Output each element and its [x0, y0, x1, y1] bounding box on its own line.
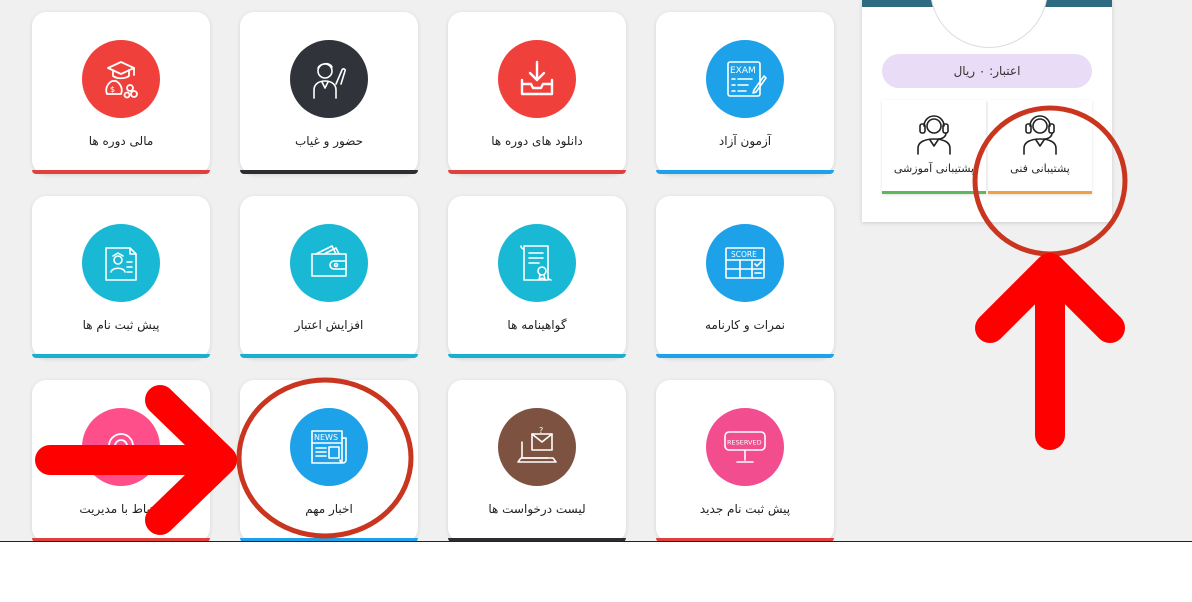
exam-icon-text: EXAM: [730, 66, 756, 76]
reserved-icon-text: RESERVED: [727, 439, 762, 447]
card-course-finance[interactable]: $ مالی دوره ها: [32, 12, 210, 174]
card-label: اخبار مهم: [305, 502, 353, 516]
support-label: پشتیبانی فنی: [1010, 162, 1070, 175]
financial-graduation-icon: $: [82, 40, 160, 118]
news-icon: NEWS: [290, 408, 368, 486]
avatar: [930, 0, 1048, 48]
svg-text:?: ?: [539, 426, 543, 435]
wallet-icon: [290, 224, 368, 302]
card-accent-bar: [448, 354, 626, 358]
news-icon-text: NEWS: [314, 433, 338, 442]
card-label: حضور و غیاب: [294, 134, 364, 148]
card-label: ارتباط با مدیریت: [79, 502, 163, 516]
score-icon: SCORE: [706, 224, 784, 302]
card-accent-bar: [656, 170, 834, 174]
card-new-pre-registration[interactable]: RESERVED پیش ثبت نام جدید: [656, 380, 834, 541]
card-request-list[interactable]: ? لیست درخواست ها: [448, 380, 626, 541]
credit-balance: اعتبار: ۰ ریال: [882, 54, 1092, 88]
card-accent-bar: [240, 354, 418, 358]
pre-registration-icon: [82, 224, 160, 302]
educational-support-button[interactable]: پشتیبانی آموزشی: [882, 100, 986, 194]
card-label: افزایش اعتبار: [294, 318, 364, 332]
card-label: نمرات و کارنامه: [705, 318, 785, 332]
certificate-icon: [498, 224, 576, 302]
card-important-news[interactable]: NEWS اخبار مهم: [240, 380, 418, 541]
card-increase-credit[interactable]: افزایش اعتبار: [240, 196, 418, 358]
exam-icon: EXAM: [706, 40, 784, 118]
score-icon-text: SCORE: [731, 250, 757, 259]
card-free-exam[interactable]: EXAM آزمون آزاد: [656, 12, 834, 174]
card-course-downloads[interactable]: دانلود های دوره ها: [448, 12, 626, 174]
support-accent-bar: [882, 191, 986, 194]
card-grades-report[interactable]: SCORE نمرات و کارنامه: [656, 196, 834, 358]
headset-support-icon: [1023, 115, 1057, 155]
dashboard-stage: $ مالی دوره ها حضور و غیاب دانلود های دو…: [0, 0, 1192, 541]
card-accent-bar: [656, 354, 834, 358]
card-label: آزمون آزاد: [718, 134, 772, 148]
support-label: پشتیبانی آموزشی: [893, 162, 975, 175]
card-label: لیست درخواست ها: [488, 502, 586, 516]
reserved-sign-icon: RESERVED: [706, 408, 784, 486]
card-contact-management[interactable]: ارتباط با مدیریت: [32, 380, 210, 541]
contact-admin-icon: [82, 408, 160, 486]
card-accent-bar: [32, 170, 210, 174]
card-accent-bar: [32, 354, 210, 358]
svg-text:$: $: [110, 85, 115, 94]
requests-laptop-icon: ?: [498, 408, 576, 486]
card-attendance[interactable]: حضور و غیاب: [240, 12, 418, 174]
support-accent-bar: [988, 191, 1092, 194]
page-bottom-line: [0, 541, 1192, 542]
technical-support-button[interactable]: پشتیبانی فنی: [988, 100, 1092, 194]
profile-panel: اعتبار: ۰ ریال پشتیبانی آموزشی پشتیبانی …: [862, 0, 1112, 222]
download-tray-icon: [498, 40, 576, 118]
card-pre-registrations[interactable]: پیش ثبت نام ها: [32, 196, 210, 358]
attendance-person-icon: [290, 40, 368, 118]
card-certificates[interactable]: گواهینامه ها: [448, 196, 626, 358]
card-label: گواهینامه ها: [507, 318, 567, 332]
card-label: پیش ثبت نام جدید: [699, 502, 791, 516]
card-accent-bar: [448, 170, 626, 174]
card-label: مالی دوره ها: [88, 134, 154, 148]
card-label: دانلود های دوره ها: [491, 134, 583, 148]
headset-support-icon: [917, 115, 951, 155]
card-accent-bar: [240, 170, 418, 174]
card-label: پیش ثبت نام ها: [82, 318, 160, 332]
